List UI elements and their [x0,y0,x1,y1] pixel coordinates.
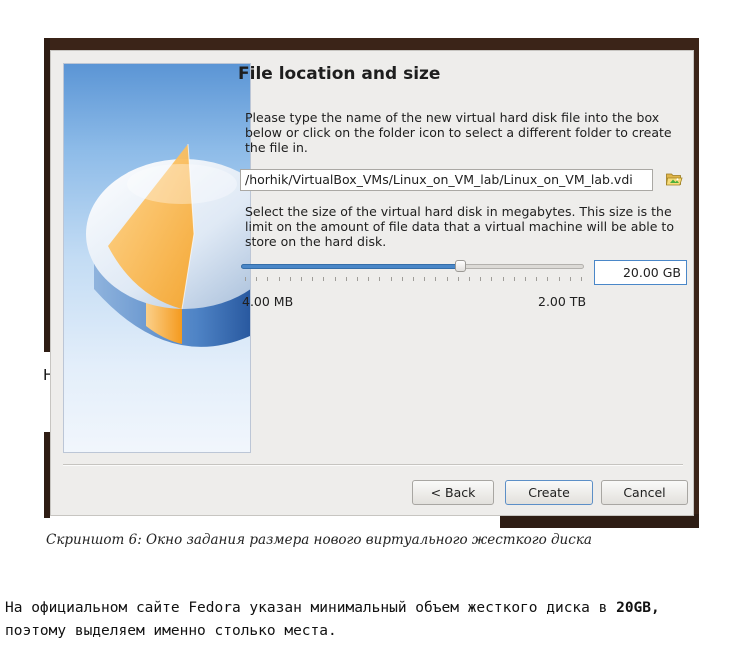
button-separator [63,464,683,466]
slider-tick [289,277,291,281]
slider-tick [558,277,560,281]
create-button[interactable]: Create [505,480,593,505]
paragraph-text-start: На официальном сайте Fedora указан миним… [5,600,617,616]
slider-tick [301,277,302,281]
paragraph-text-end: поэтому выделяем именно столько места. [5,623,337,639]
slider-tick [413,277,414,281]
slider-tick [525,277,526,281]
page-title: File location and size [238,64,441,84]
slider-ticks [245,277,582,282]
slider-tick [457,277,459,281]
create-virtual-disk-dialog: File location and size Please type the n… [50,50,694,516]
slider-fill [241,264,461,269]
choose-folder-button[interactable] [665,170,683,188]
slider-tick [491,277,493,281]
slider-tick [245,277,246,281]
slider-tick [357,277,358,281]
cancel-button[interactable]: Cancel [601,480,688,505]
slider-tick [424,277,426,281]
slider-tick [480,277,482,281]
slider-tick [379,277,381,281]
backdrop-bottom [500,514,699,528]
slider-tick [547,277,549,281]
disk-size-slider[interactable] [240,257,587,287]
slider-handle[interactable] [455,260,467,272]
slider-tick [368,277,370,281]
slider-tick [323,277,325,281]
slider-tick [401,277,403,281]
slider-tick [334,277,336,281]
slider-tick [536,277,538,281]
slider-tick [469,277,470,281]
size-range-min: 4.00 MB [242,294,294,309]
figure-caption: Скриншот 6: Окно задания размера нового … [46,532,592,548]
back-button[interactable]: < Back [412,480,494,505]
slider-tick [267,277,269,281]
location-instructions: Please type the name of the new virtual … [245,110,672,155]
slider-tick [312,277,314,281]
paragraph-bold-size: 20GB, [616,600,660,616]
wizard-banner-image [63,63,251,453]
slider-tick [256,277,258,281]
file-path-field[interactable]: /horhik/VirtualBox_VMs/Linux_on_VM_lab/L… [240,169,653,191]
size-instructions: Select the size of the virtual hard disk… [245,204,674,249]
slider-tick [446,277,448,281]
disk-illustration [86,143,250,347]
size-range-max: 2.00 TB [538,294,587,309]
slider-tick [502,277,504,281]
slider-tick [278,277,280,281]
slider-tick [435,277,437,281]
slider-tick [569,277,571,281]
body-paragraph: На официальном сайте Fedora указан миним… [5,597,725,643]
slider-tick [513,277,515,281]
folder-open-icon [666,173,683,186]
slider-tick [390,277,392,281]
slider-tick [345,277,347,281]
disk-size-field[interactable]: 20.00 GB [594,260,687,285]
slider-tick [581,277,582,281]
